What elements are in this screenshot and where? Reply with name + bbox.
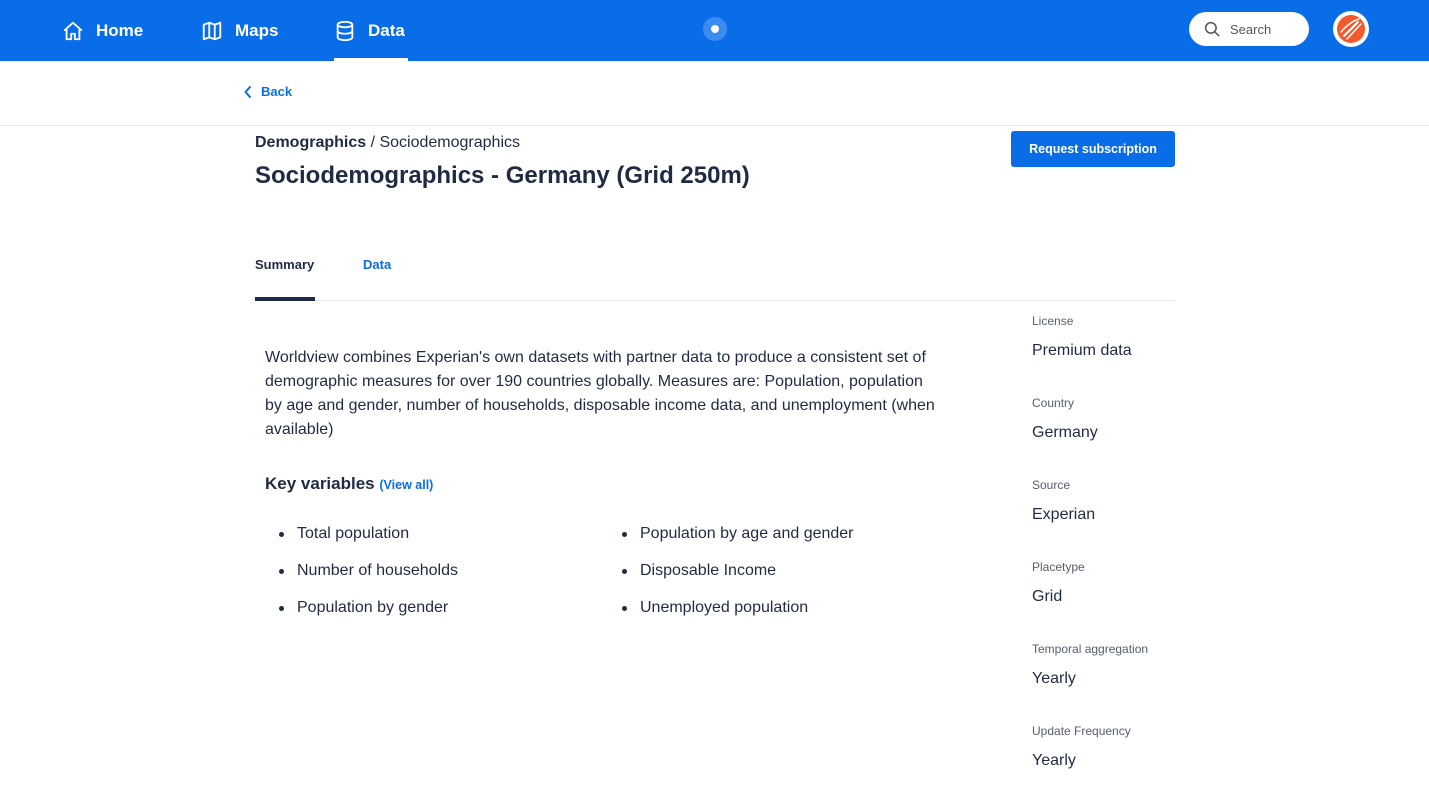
back-link[interactable]: Back [244, 84, 292, 99]
tab-data[interactable]: Data [363, 257, 391, 272]
meta-value: Germany [1032, 424, 1098, 441]
meta-source: Source Experian [1032, 476, 1095, 526]
list-item: Disposable Income [608, 559, 854, 596]
user-avatar[interactable] [1333, 11, 1369, 47]
database-icon [336, 20, 354, 41]
breadcrumb-current: Sociodemographics [379, 134, 521, 151]
tab-data-label: Data [363, 257, 392, 272]
meta-value: Grid [1032, 588, 1063, 605]
key-variables-title: Key variables [265, 474, 375, 493]
active-tab-indicator [255, 297, 315, 301]
list-item: Number of households [265, 559, 458, 596]
nav-home[interactable]: Home [62, 0, 143, 61]
meta-update-frequency: Update Frequency Yearly [1032, 722, 1131, 772]
breadcrumb-separator: / [366, 134, 380, 151]
home-icon [63, 21, 83, 40]
meta-placetype: Placetype Grid [1032, 558, 1085, 608]
breadcrumb: Demographics / Sociodemographics [255, 134, 520, 152]
meta-label: Update Frequency [1032, 724, 1131, 738]
nav-data[interactable]: Data [334, 0, 408, 61]
tab-bar: Summary Data [255, 240, 1175, 301]
top-navigation-bar: Home Maps Data [0, 0, 1429, 61]
list-item: Population by age and gender [608, 522, 854, 559]
meta-label: Source [1032, 478, 1071, 492]
search-box[interactable] [1189, 12, 1309, 46]
avatar-logo-icon [1337, 15, 1365, 43]
view-all-link[interactable]: (View all) [379, 478, 433, 492]
chevron-left-icon [244, 85, 251, 98]
search-input[interactable] [1230, 21, 1300, 37]
breadcrumb-parent[interactable]: Demographics [255, 134, 366, 151]
list-item: Total population [265, 522, 458, 559]
tab-summary-label: Summary [255, 257, 315, 272]
tab-summary[interactable]: Summary [255, 257, 315, 301]
meta-label: License [1032, 314, 1074, 328]
page-title: Sociodemographics - Germany (Grid 250m) [255, 162, 750, 189]
meta-value: Experian [1032, 506, 1096, 523]
meta-value: Yearly [1032, 752, 1076, 769]
meta-label: Country [1032, 396, 1075, 410]
key-variables-list-left: Total population Number of households Po… [265, 522, 458, 633]
meta-temporal-aggregation: Temporal aggregation Yearly [1032, 640, 1148, 690]
request-subscription-button[interactable]: Request subscription [1011, 131, 1175, 167]
back-label: Back [261, 84, 293, 99]
nav-home-label: Home [96, 20, 144, 40]
status-dot-icon [703, 17, 727, 41]
meta-license: License Premium data [1032, 312, 1132, 362]
meta-label: Temporal aggregation [1032, 642, 1149, 656]
key-variables-heading: Key variables (View all) [265, 474, 433, 494]
search-icon [1204, 21, 1220, 37]
meta-label: Placetype [1032, 560, 1085, 574]
map-icon [202, 21, 222, 40]
nav-maps-label: Maps [235, 20, 279, 40]
meta-country: Country Germany [1032, 394, 1098, 444]
nav-data-label: Data [368, 20, 405, 40]
list-item: Population by gender [265, 596, 458, 633]
list-item: Unemployed population [608, 596, 854, 633]
meta-value: Premium data [1032, 342, 1132, 359]
key-variables-list-right: Population by age and gender Disposable … [608, 522, 854, 633]
back-bar: Back [0, 61, 1429, 126]
nav-maps[interactable]: Maps [201, 0, 278, 61]
meta-value: Yearly [1032, 670, 1076, 687]
dataset-description: Worldview combines Experian's own datase… [265, 349, 935, 438]
